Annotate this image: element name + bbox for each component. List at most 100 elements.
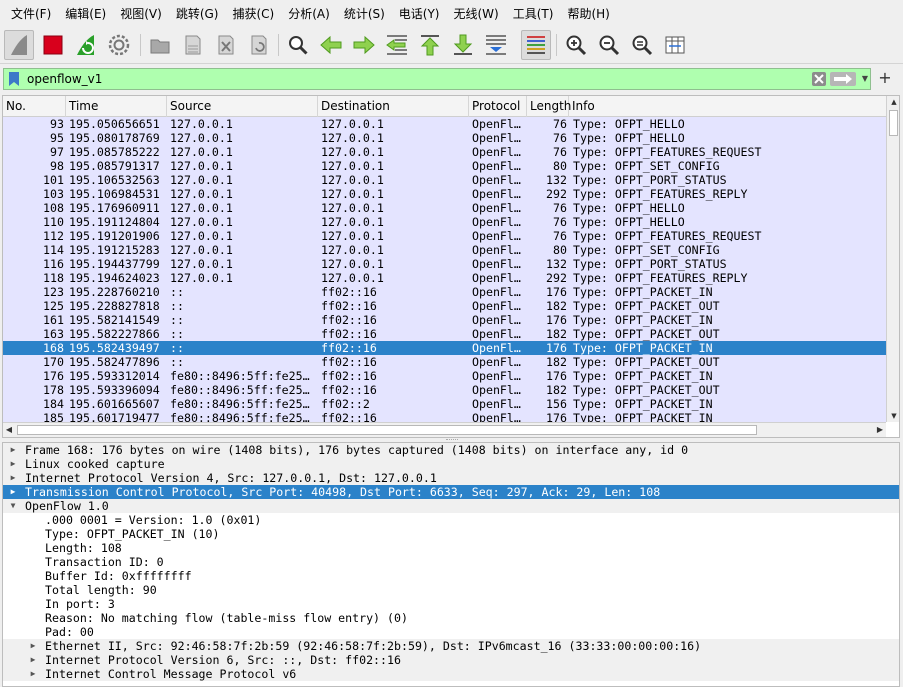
packet-row-selected[interactable]: 168 195.582439497:: ff02::16 OpenFl… 176 Type…: [3, 341, 886, 355]
detail-row[interactable]: ▶ Ethernet II, Src: 92:46:58:7f:2b:59 (92…: [3, 639, 899, 653]
menu-item[interactable]: 文件(F): [4, 2, 58, 24]
go-first-packet-button[interactable]: [415, 30, 445, 60]
close-file-button[interactable]: [211, 30, 241, 60]
restart-capture-button[interactable]: [71, 30, 101, 60]
column-header-length[interactable]: Length: [527, 96, 571, 117]
add-filter-button[interactable]: +: [876, 67, 894, 89]
go-last-packet-button[interactable]: [448, 30, 478, 60]
detail-row[interactable]: Pad: 00: [3, 625, 899, 639]
column-header-no[interactable]: No.: [3, 96, 66, 117]
packet-row[interactable]: 97 195.085785222 127.0.0.1 127.0.0.1 OpenFl……: [3, 145, 886, 159]
menu-item[interactable]: 跳转(G): [169, 2, 226, 24]
go-back-button[interactable]: [316, 30, 346, 60]
detail-row[interactable]: Length: 108: [3, 541, 899, 555]
filter-history-dropdown[interactable]: ▼: [859, 71, 871, 87]
packet-row[interactable]: 178 195.593396094 fe80::8496:5ff:fe25… ff02…: [3, 383, 886, 397]
scrollbar-thumb[interactable]: [17, 425, 757, 435]
packet-row[interactable]: 176 195.593312014 fe80::8496:5ff:fe25… ff02…: [3, 369, 886, 383]
display-filter-input[interactable]: [26, 69, 806, 89]
packet-row[interactable]: 110 195.191124804 127.0.0.1 127.0.0.1 OpenFl…: [3, 215, 886, 229]
apply-filter-button[interactable]: [830, 72, 856, 86]
packet-row[interactable]: 108 195.176960911 127.0.0.1 127.0.0.1 OpenFl…: [3, 201, 886, 215]
collapsed-arrow-icon[interactable]: ▶: [8, 457, 18, 471]
column-header-source[interactable]: Source: [167, 96, 318, 117]
column-header-destination[interactable]: Destination: [318, 96, 469, 117]
packet-row[interactable]: 161 195.582141549:: ff02::16 OpenFl… 176 Type…: [3, 313, 886, 327]
bookmark-icon[interactable]: [7, 71, 21, 87]
expanded-arrow-icon[interactable]: ▼: [8, 499, 18, 513]
vertical-scrollbar[interactable]: ▲ ▼: [886, 96, 899, 422]
packet-row[interactable]: 95 195.080178769 127.0.0.1 127.0.0.1 OpenFl……: [3, 131, 886, 145]
detail-row[interactable]: ▼ OpenFlow 1.0: [3, 499, 899, 513]
scrollbar-thumb[interactable]: [889, 110, 898, 136]
packet-row[interactable]: 103 195.106984531 127.0.0.1 127.0.0.1 OpenFl…: [3, 187, 886, 201]
scroll-left-icon[interactable]: ◀: [3, 423, 15, 437]
column-header-time[interactable]: Time: [66, 96, 167, 117]
packet-row[interactable]: 184 195.601665607 fe80::8496:5ff:fe25… ff02…: [3, 397, 886, 411]
resize-columns-button[interactable]: [660, 30, 690, 60]
collapsed-arrow-icon[interactable]: ▶: [28, 639, 38, 653]
packet-row[interactable]: 118 195.194624023 127.0.0.1 127.0.0.1 OpenFl…: [3, 271, 886, 285]
detail-row[interactable]: .000 0001 = Version: 1.0 (0x01): [3, 513, 899, 527]
splitter-grip[interactable]: [446, 439, 458, 441]
menu-item[interactable]: 无线(W): [447, 2, 506, 24]
menu-item[interactable]: 编辑(E): [58, 2, 113, 24]
collapsed-arrow-icon[interactable]: ▶: [8, 485, 18, 499]
packet-row[interactable]: 93 195.050656651 127.0.0.1 127.0.0.1 OpenFl……: [3, 117, 886, 131]
colorize-button[interactable]: [521, 30, 551, 60]
scroll-up-icon[interactable]: ▲: [887, 96, 899, 108]
auto-scroll-button[interactable]: [481, 30, 511, 60]
collapsed-arrow-icon[interactable]: ▶: [8, 443, 18, 457]
collapsed-arrow-icon[interactable]: ▶: [8, 471, 18, 485]
open-file-button[interactable]: [145, 30, 175, 60]
menu-item[interactable]: 统计(S): [337, 2, 392, 24]
zoom-normal-button[interactable]: [627, 30, 657, 60]
find-packet-button[interactable]: [283, 30, 313, 60]
packet-row[interactable]: 98 195.085791317 127.0.0.1 127.0.0.1 OpenFl……: [3, 159, 886, 173]
detail-row[interactable]: ▶ Internet Control Message Protocol v6: [3, 667, 899, 681]
clear-filter-button[interactable]: [812, 72, 826, 86]
menu-item[interactable]: 工具(T): [506, 2, 561, 24]
detail-row[interactable]: Transaction ID: 0: [3, 555, 899, 569]
detail-row[interactable]: Reason: No matching flow (table-miss flo…: [3, 611, 899, 625]
packet-row[interactable]: 116 195.194437799 127.0.0.1 127.0.0.1 OpenFl…: [3, 257, 886, 271]
collapsed-arrow-icon[interactable]: ▶: [28, 667, 38, 681]
packet-row[interactable]: 163 195.582227866:: ff02::16 OpenFl… 182 Type…: [3, 327, 886, 341]
packet-row[interactable]: 114 195.191215283 127.0.0.1 127.0.0.1 OpenFl…: [3, 243, 886, 257]
detail-row[interactable]: ▶ Internet Protocol Version 6, Src: ::, D…: [3, 653, 899, 667]
packet-row[interactable]: 125 195.228827818:: ff02::16 OpenFl… 182 Type…: [3, 299, 886, 313]
stop-capture-button[interactable]: [38, 30, 68, 60]
go-to-packet-button[interactable]: [382, 30, 412, 60]
detail-row[interactable]: In port: 3: [3, 597, 899, 611]
start-capture-button[interactable]: [4, 30, 34, 60]
horizontal-scrollbar[interactable]: ◀ ▶: [3, 422, 886, 437]
menu-item[interactable]: 分析(A): [281, 2, 337, 24]
save-file-button[interactable]: [178, 30, 208, 60]
packet-row[interactable]: 170 195.582477896:: ff02::16 OpenFl… 182 Type…: [3, 355, 886, 369]
packet-row[interactable]: 112 195.191201906 127.0.0.1 127.0.0.1 OpenFl…: [3, 229, 886, 243]
menu-item[interactable]: 帮助(H): [560, 2, 616, 24]
scroll-right-icon[interactable]: ▶: [874, 423, 886, 437]
menu-item[interactable]: 捕获(C): [225, 2, 281, 24]
reload-file-button[interactable]: [244, 30, 274, 60]
packet-row[interactable]: 101 195.106532563 127.0.0.1 127.0.0.1 OpenFl…: [3, 173, 886, 187]
detail-row[interactable]: ▶ Frame 168: 176 bytes on wire (1408 bits…: [3, 443, 899, 457]
packet-row[interactable]: 185 195.601719477 fe80::8496:5ff:fe25… ff02…: [3, 411, 886, 422]
collapsed-arrow-icon[interactable]: ▶: [28, 653, 38, 667]
detail-row-selected[interactable]: ▶ Transmission Control Protocol, Src Port…: [3, 485, 899, 499]
scroll-down-icon[interactable]: ▼: [887, 410, 899, 422]
detail-row[interactable]: ▶ Linux cooked capture: [3, 457, 899, 471]
zoom-in-button[interactable]: [561, 30, 591, 60]
detail-row[interactable]: Type: OFPT_PACKET_IN (10): [3, 527, 899, 541]
detail-row[interactable]: Buffer Id: 0xffffffff: [3, 569, 899, 583]
capture-options-button[interactable]: [104, 30, 134, 60]
menu-item[interactable]: 视图(V): [113, 2, 169, 24]
column-header-protocol[interactable]: Protocol: [469, 96, 527, 117]
detail-row[interactable]: Total length: 90: [3, 583, 899, 597]
menu-item[interactable]: 电话(Y): [392, 2, 447, 24]
detail-row[interactable]: ▶ Internet Protocol Version 4, Src: 127.0…: [3, 471, 899, 485]
go-forward-button[interactable]: [349, 30, 379, 60]
zoom-out-button[interactable]: [594, 30, 624, 60]
packet-row[interactable]: 123 195.228760210:: ff02::16 OpenFl… 176 Type…: [3, 285, 886, 299]
column-header-info[interactable]: Info: [569, 96, 886, 117]
